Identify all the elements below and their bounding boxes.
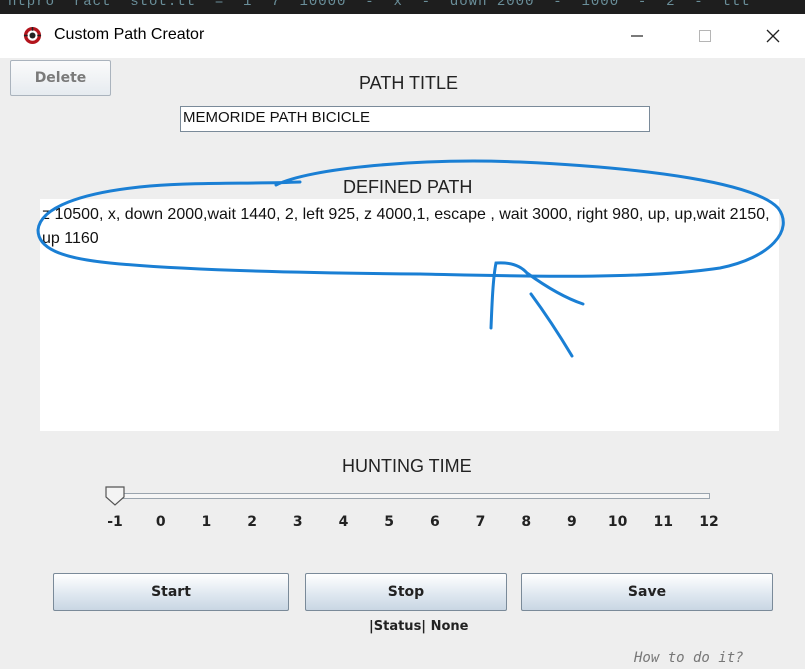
hunting-time-tick: 6: [429, 514, 440, 530]
path-title-input[interactable]: MEMORIDE PATH BICICLE: [180, 106, 650, 132]
hunting-time-tick: 4: [338, 514, 349, 530]
hunting-time-tick: 1: [201, 514, 212, 530]
minimize-icon: [631, 35, 643, 37]
background-window-text: ntpro ract stot.tt = 1 7 10000 - x - dow…: [8, 0, 751, 10]
hunting-time-tick: 7: [475, 514, 486, 530]
close-icon: [766, 29, 780, 43]
hunting-time-tick: 12: [699, 514, 719, 530]
app-icon: [23, 26, 42, 45]
stop-button[interactable]: Stop: [305, 573, 507, 611]
close-button[interactable]: [746, 14, 800, 58]
maximize-button[interactable]: [678, 14, 732, 58]
hunting-time-tick: 11: [653, 514, 674, 530]
maximize-icon: [699, 30, 711, 42]
hunting-time-tick: 5: [384, 514, 395, 530]
start-button[interactable]: Start: [53, 573, 289, 611]
hunting-time-tick: 2: [247, 514, 257, 530]
path-title-label: PATH TITLE: [359, 73, 459, 93]
hunting-time-slider-track[interactable]: [112, 493, 710, 499]
delete-button[interactable]: Delete: [10, 60, 111, 96]
main-panel: Delete PATH TITLE MEMORIDE PATH BICICLE …: [0, 58, 805, 669]
defined-path-label: DEFINED PATH: [343, 177, 473, 197]
hunting-time-tick: -1: [107, 514, 123, 530]
hunting-time-tick: 0: [155, 514, 166, 530]
hunting-time-tick: 3: [292, 514, 303, 530]
background-window-strip: ntpro ract stot.tt = 1 7 10000 - x - dow…: [0, 0, 805, 14]
how-to-link[interactable]: How to do it?: [634, 650, 744, 666]
defined-path-text: z 10500, x, down 2000,wait 1440, 2, left…: [42, 206, 775, 247]
hunting-time-slider-thumb[interactable]: [104, 485, 126, 507]
status-text: |Status| None: [369, 619, 469, 634]
save-button[interactable]: Save: [521, 573, 773, 611]
hunting-time-label: HUNTING TIME: [342, 456, 472, 476]
hunting-time-tick: 8: [521, 514, 532, 530]
hunting-time-tick: 9: [567, 514, 577, 530]
minimize-button[interactable]: [610, 14, 664, 58]
window-title: Custom Path Creator: [54, 26, 205, 43]
hunting-time-tick: 10: [607, 514, 628, 530]
defined-path-textarea[interactable]: z 10500, x, down 2000,wait 1440, 2, left…: [40, 199, 779, 431]
title-bar: Custom Path Creator: [0, 14, 805, 58]
